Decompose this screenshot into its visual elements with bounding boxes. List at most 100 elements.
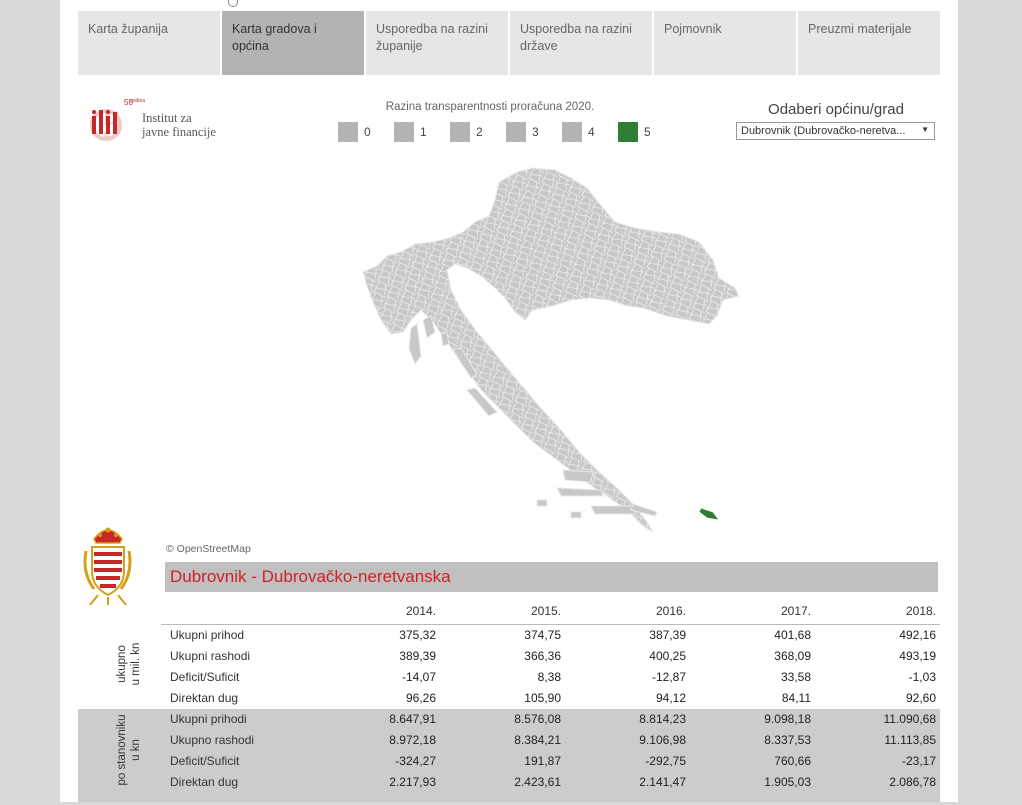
row-label: Ukupni prihod	[170, 628, 245, 642]
dropdown-arrow-icon: ▼	[921, 125, 929, 134]
year-header: 2016.	[655, 604, 686, 618]
table-cell: 8.576,08	[514, 712, 561, 726]
legend-swatch	[562, 122, 582, 142]
legend-label: 3	[532, 125, 539, 139]
table-cell: 8,38	[537, 670, 561, 684]
drag-handle[interactable]	[228, 0, 238, 7]
logo-line2: javne financije	[142, 125, 216, 139]
logo-text: Institut za javne financije	[142, 111, 216, 139]
row-label: Ukupni rashodi	[170, 649, 251, 663]
legend-label: 4	[588, 125, 595, 139]
table-cell: 375,32	[399, 628, 436, 642]
table-cell: 2.141,47	[639, 775, 686, 789]
table-cell: 401,68	[774, 628, 811, 642]
table-divider	[161, 624, 940, 625]
island-korcula[interactable]	[590, 505, 636, 515]
table-cell: 387,39	[649, 628, 686, 642]
table-cell: 492,16	[899, 628, 936, 642]
tab-pojmovnik[interactable]: Pojmovnik	[654, 11, 796, 75]
table-cell: 493,19	[899, 649, 936, 663]
table-cell: 366,36	[524, 649, 561, 663]
table-cell: 92,60	[905, 691, 936, 705]
table-cell: 11.113,85	[884, 733, 936, 747]
table-cell: 105,90	[524, 691, 561, 705]
table-cell: 2.217,93	[389, 775, 436, 789]
island-rab[interactable]	[440, 331, 450, 347]
year-header: 2014.	[405, 604, 436, 618]
row-label: Direktan dug	[170, 775, 239, 789]
table-cell: 8.337,53	[764, 733, 811, 747]
table-cell: -1,03	[908, 670, 936, 684]
legend-swatch	[618, 122, 638, 142]
tab-usporedba-zupanije[interactable]: Usporedba na razini županije	[366, 11, 508, 75]
dubrovnik-region[interactable]	[698, 507, 720, 521]
tab-karta-gradova[interactable]: Karta gradova i općina	[222, 11, 364, 75]
group-label-per-capita: po stanovniku u kn	[115, 695, 143, 805]
table-cell: 368,09	[774, 649, 811, 663]
island-brac[interactable]	[562, 469, 594, 483]
row-label: Deficit/Suficit	[170, 754, 240, 768]
legend-swatch	[450, 122, 470, 142]
logo-badge-small: godina	[130, 98, 146, 104]
island-cres[interactable]	[408, 323, 422, 366]
table-cell: 8.384,21	[514, 733, 561, 747]
legend-swatch	[338, 122, 358, 142]
table-cell: 33,58	[780, 670, 811, 684]
table-cell: 8.647,91	[389, 712, 436, 726]
table-cell: -23,17	[901, 754, 936, 768]
legend-label: 0	[364, 125, 371, 139]
year-header: 2017.	[780, 604, 811, 618]
table-cell: 760,66	[774, 754, 811, 768]
table-cell: 9.106,98	[639, 733, 686, 747]
table-cell: 8.814,23	[639, 712, 686, 726]
table-cell: -12,87	[651, 670, 686, 684]
table-cell: 9.098,18	[764, 712, 811, 726]
ijf-logo: 5 50 godina Institut za javne financije	[80, 98, 230, 147]
legend-swatch	[394, 122, 414, 142]
row-label: Deficit/Suficit	[170, 670, 240, 684]
table-cell: -14,07	[401, 670, 436, 684]
logo-line1: Institut za	[142, 111, 192, 125]
selector-title: Odaberi općinu/grad	[768, 101, 904, 118]
row-label: Ukupni prihodi	[170, 712, 247, 726]
table-cell: 11.090,68	[883, 712, 937, 726]
selected-municipality: Dubrovnik (Dubrovačko-neretva...	[741, 125, 906, 137]
row-label: Direktan dug	[170, 691, 239, 705]
island-vis[interactable]	[536, 499, 548, 507]
group-label-line1: po stanovniku	[116, 714, 128, 786]
group-label-line2: u kn	[130, 739, 142, 761]
croatia-map[interactable]	[357, 160, 745, 545]
table-cell: 389,39	[399, 649, 436, 663]
table-cell: 2.086,78	[889, 775, 936, 789]
year-header: 2018.	[905, 604, 936, 618]
tab-usporedba-drzave[interactable]: Usporedba na razini države	[510, 11, 652, 75]
tab-karta-zupanija[interactable]: Karta županija	[78, 11, 220, 75]
legend-swatch	[506, 122, 526, 142]
table-cell: -292,75	[645, 754, 686, 768]
coat-of-arms-icon	[83, 527, 132, 605]
table-cell: 2.423,61	[514, 775, 561, 789]
municipality-title-bar: Dubrovnik - Dubrovačko-neretvanska	[165, 562, 938, 592]
table-cell: 374,75	[524, 628, 561, 642]
legend-title: Razina transparentnosti proračuna 2020.	[385, 101, 595, 113]
table-cell: -324,27	[395, 754, 436, 768]
row-label: Ukupno rashodi	[170, 733, 255, 747]
transparency-legend: Razina transparentnosti proračuna 2020. …	[330, 101, 651, 145]
legend-label: 2	[476, 125, 483, 139]
island-lastovo[interactable]	[570, 511, 582, 519]
tab-bar: Karta županija Karta gradova i općina Us…	[78, 11, 940, 75]
year-header: 2015.	[530, 604, 561, 618]
map-attribution[interactable]: © OpenStreetMap	[166, 543, 251, 555]
tab-preuzmi[interactable]: Preuzmi materijale	[798, 11, 940, 75]
municipality-select[interactable]: Dubrovnik (Dubrovačko-neretva... ▼	[736, 122, 935, 140]
table-cell: 96,26	[405, 691, 436, 705]
table-cell: 84,11	[781, 691, 811, 705]
legend-label: 5	[644, 125, 651, 139]
legend-label: 1	[420, 125, 427, 139]
table-cell: 191,87	[524, 754, 561, 768]
municipality-title: Dubrovnik - Dubrovačko-neretvanska	[170, 567, 451, 586]
table-cell: 94,12	[655, 691, 686, 705]
table-cell: 400,25	[649, 649, 686, 663]
dashboard-page: Karta županija Karta gradova i općina Us…	[60, 0, 958, 802]
table-cell: 8.972,18	[389, 733, 436, 747]
